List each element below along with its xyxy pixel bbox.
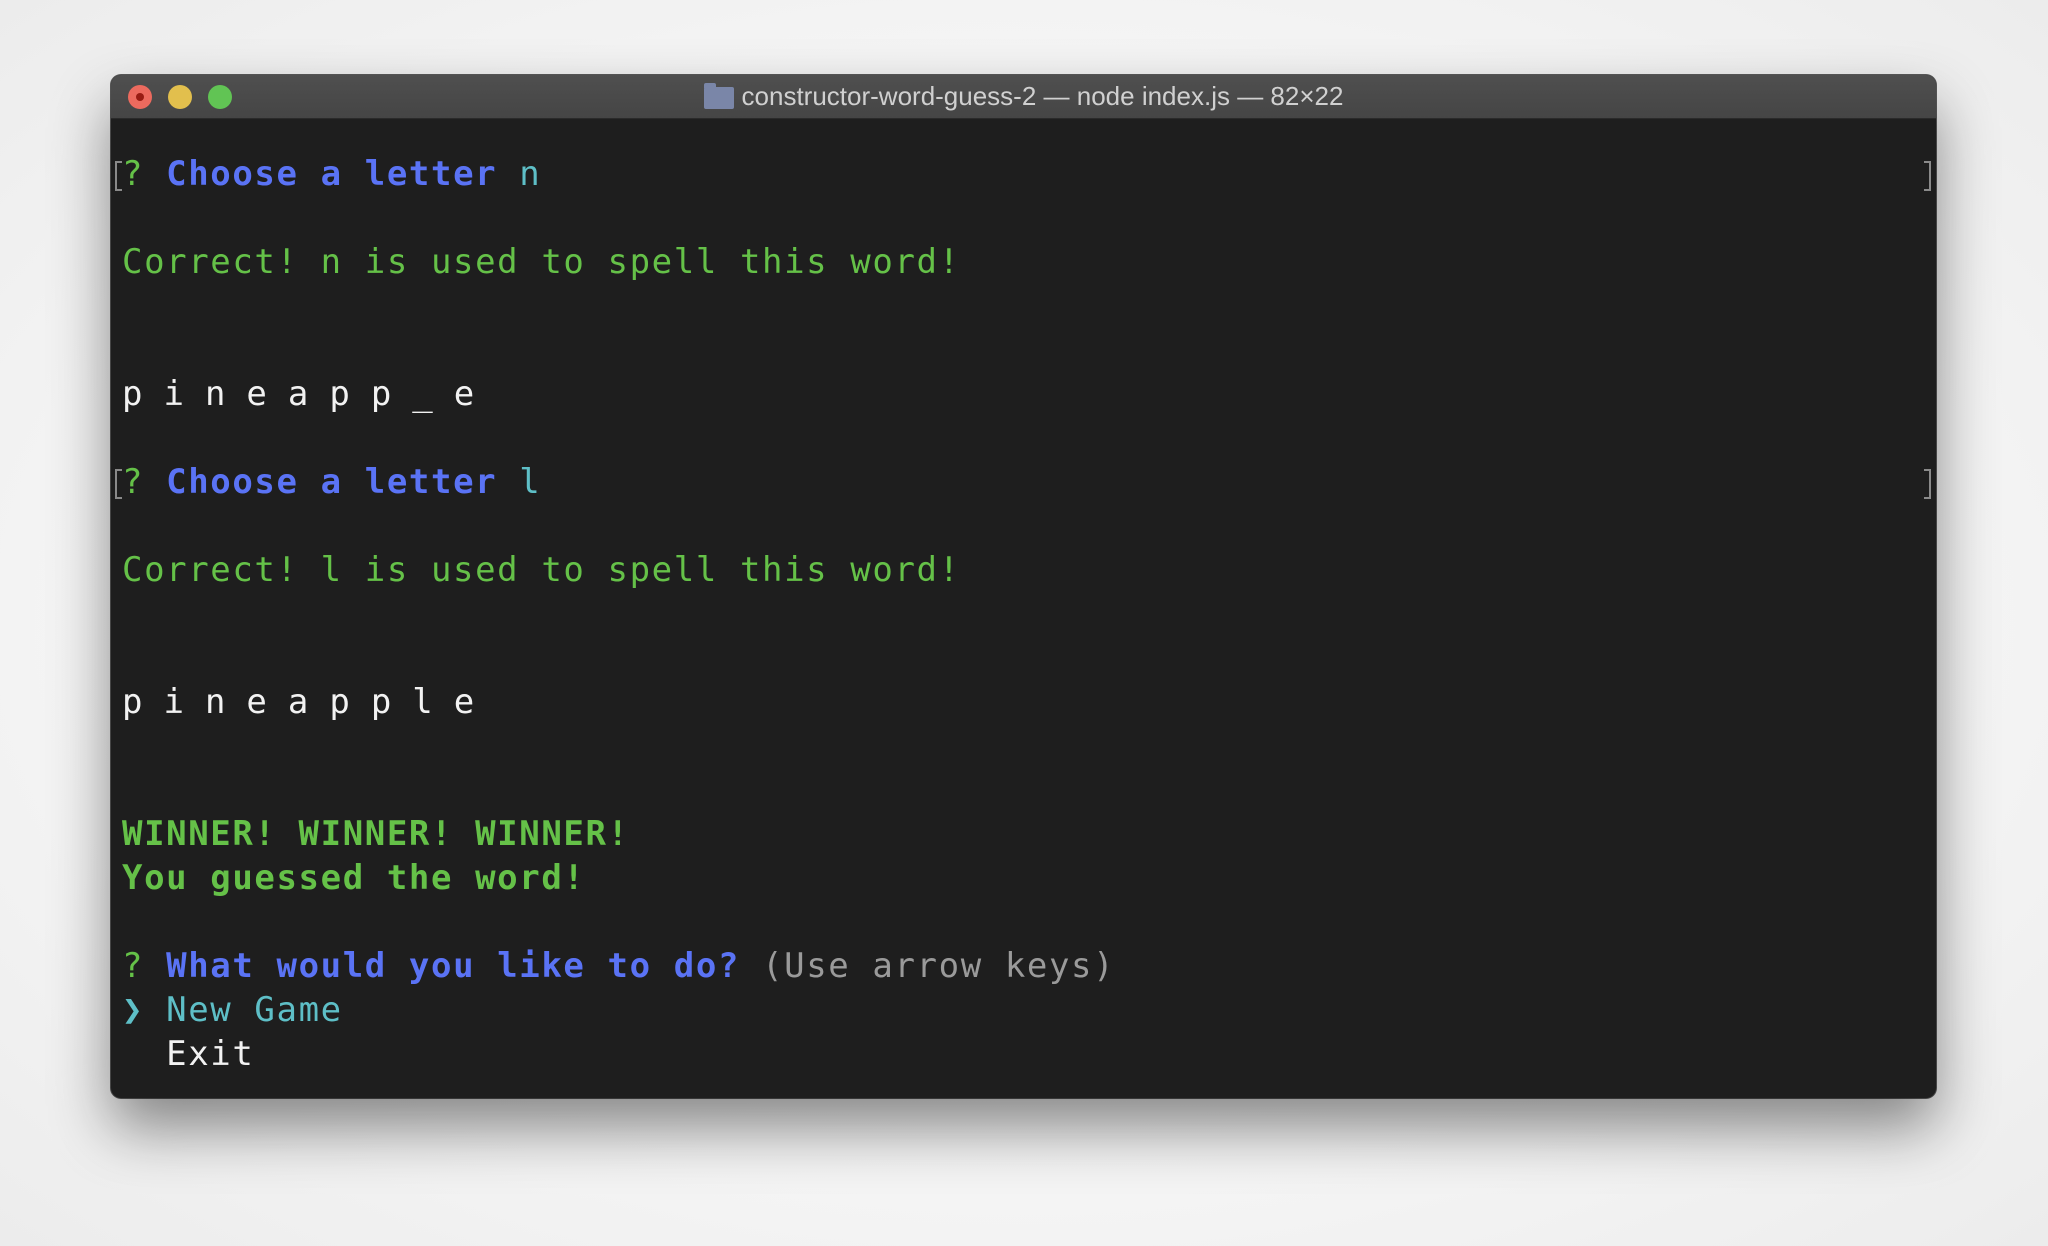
guessed-line: You guessed the word! xyxy=(122,858,586,898)
prompt-marker: ? xyxy=(122,946,145,986)
prompt-answer: n xyxy=(519,154,542,194)
menu-option-label: Exit xyxy=(166,1034,255,1074)
window-title: constructor-word-guess-2 — node index.js… xyxy=(741,81,1344,111)
prompt-question: Choose a letter xyxy=(166,154,498,194)
window-title-wrap: constructor-word-guess-2 — node index.js… xyxy=(111,75,1936,118)
result-line-1: Correct! n is used to spell this word! xyxy=(122,242,961,282)
line-mark-right xyxy=(1924,161,1931,191)
prompt-line-1: ? Choose a letter n xyxy=(122,152,541,196)
line-mark-left xyxy=(115,161,122,191)
menu-option-exit[interactable]: Exit xyxy=(122,1032,254,1076)
pointer-icon: ❯ xyxy=(122,990,145,1030)
word-progress-2: pineapple xyxy=(122,682,496,722)
result-line-2: Correct! l is used to spell this word! xyxy=(122,550,961,590)
prompt-question: Choose a letter xyxy=(166,462,498,502)
folder-icon xyxy=(703,82,734,109)
title-bar[interactable]: constructor-word-guess-2 — node index.js… xyxy=(111,75,1936,119)
line-mark-left xyxy=(115,469,122,499)
terminal-window: constructor-word-guess-2 — node index.js… xyxy=(111,75,1936,1098)
prompt-line-2: ? Choose a letter l xyxy=(122,460,541,504)
menu-hint: (Use arrow keys) xyxy=(762,946,1116,986)
menu-option-new-game[interactable]: ❯ New Game xyxy=(122,988,343,1032)
word-progress-1: pineapp_e xyxy=(122,374,496,414)
prompt-answer: l xyxy=(519,462,542,502)
winner-line: WINNER! WINNER! WINNER! xyxy=(122,814,630,854)
terminal-output[interactable]: ? Choose a letter n Correct! n is used t… xyxy=(111,119,1936,1098)
line-mark-right xyxy=(1924,469,1931,499)
prompt-marker: ? xyxy=(122,462,145,502)
prompt-marker: ? xyxy=(122,154,145,194)
menu-prompt: ? What would you like to do? (Use arrow … xyxy=(122,944,1115,988)
menu-question: What would you like to do? xyxy=(166,946,740,986)
menu-option-label: New Game xyxy=(166,990,343,1030)
